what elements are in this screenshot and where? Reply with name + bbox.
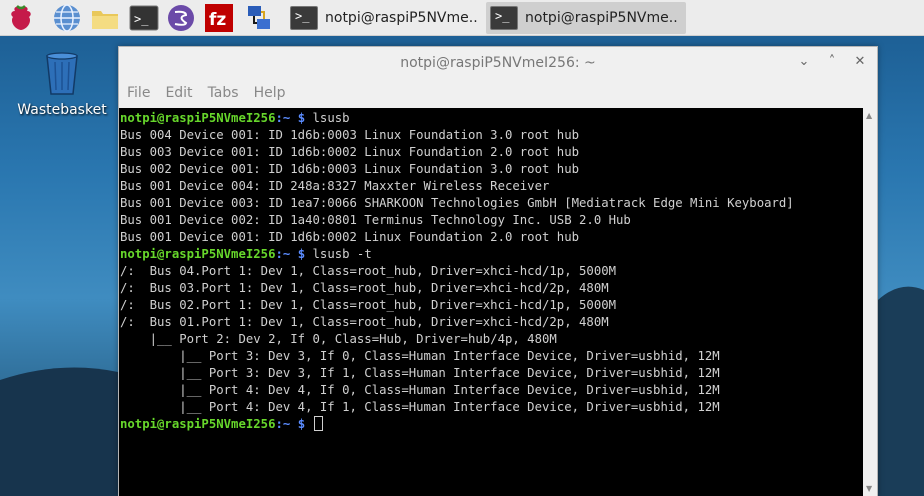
terminal-cursor [313,416,323,431]
emacs-icon[interactable] [166,3,196,33]
minimize-icon[interactable]: ⌄ [797,54,811,70]
terminal-output-line: Bus 002 Device 001: ID 1d6b:0003 Linux F… [120,162,580,176]
menubar: File Edit Tabs Help [119,79,877,107]
taskbar: >_ fz notpi@raspiP5NVme.. notpi@raspiP5N… [0,0,924,36]
menu-tabs[interactable]: Tabs [208,85,239,101]
prompt-path: :~ $ [275,111,306,125]
prompt-command: lsusb -t [305,247,372,261]
network-connection-icon[interactable] [244,3,274,33]
window-controls: ⌄ ˄ ✕ [797,54,867,70]
window-titlebar[interactable]: notpi@raspiP5NVmeI256: ~ ⌄ ˄ ✕ [119,47,877,79]
prompt-command: lsusb [305,111,350,125]
terminal-output-line: /: Bus 02.Port 1: Dev 1, Class=root_hub,… [120,298,617,312]
terminal-output-line: Bus 001 Device 003: ID 1ea7:0066 SHARKOO… [120,196,794,210]
svg-text:fz: fz [209,10,226,30]
web-browser-icon[interactable] [52,3,82,33]
window-title: notpi@raspiP5NVmeI256: ~ [400,55,596,71]
prompt-path: :~ $ [275,417,306,431]
prompt-command [305,417,312,431]
desktop-icon-label: Wastebasket [17,102,107,118]
terminal-output-line: Bus 001 Device 001: ID 1d6b:0002 Linux F… [120,230,580,244]
prompt-user: notpi@raspiP5NVmeI256 [120,417,276,431]
terminal-output-line: |__ Port 4: Dev 4, If 0, Class=Human Int… [120,383,720,397]
task-label: notpi@raspiP5NVme.. [325,10,478,26]
terminal-output-line: Bus 001 Device 002: ID 1a40:0801 Terminu… [120,213,631,227]
file-manager-icon[interactable] [90,3,120,33]
prompt-user: notpi@raspiP5NVmeI256 [120,247,276,261]
menu-edit[interactable]: Edit [165,85,192,101]
terminal-output-line: Bus 003 Device 001: ID 1d6b:0002 Linux F… [120,145,580,159]
maximize-icon[interactable]: ˄ [825,54,839,70]
terminal-icon [490,6,518,30]
terminal-output[interactable]: notpi@raspiP5NVmeI256:~ $ lsusb Bus 004 D… [119,108,864,496]
menu-help[interactable]: Help [254,85,286,101]
raspberry-menu-icon[interactable] [6,3,36,33]
prompt-path: :~ $ [275,247,306,261]
filezilla-icon[interactable]: fz [204,3,234,33]
scroll-down-icon[interactable]: ▼ [866,484,872,493]
close-icon[interactable]: ✕ [853,54,867,70]
terminal-prompt-line: notpi@raspiP5NVmeI256:~ $ [120,416,864,433]
svg-text:>_: >_ [134,12,149,26]
terminal-window: notpi@raspiP5NVmeI256: ~ ⌄ ˄ ✕ File Edit… [118,46,878,496]
terminal-output-line: |__ Port 3: Dev 3, If 0, Class=Human Int… [120,349,720,363]
terminal-output-line: |__ Port 2: Dev 2, If 0, Class=Hub, Driv… [120,332,557,346]
terminal-icon [290,6,318,30]
desktop-icon-wastebasket[interactable]: Wastebasket [10,50,114,118]
terminal-scrollbar[interactable]: ▲ ▼ [863,108,877,496]
taskbar-task-terminal-1[interactable]: notpi@raspiP5NVme.. [286,2,486,34]
prompt-user: notpi@raspiP5NVmeI256 [120,111,276,125]
terminal-prompt-line: notpi@raspiP5NVmeI256:~ $ lsusb -t [120,246,864,263]
terminal-output-line: |__ Port 3: Dev 3, If 1, Class=Human Int… [120,366,720,380]
taskbar-task-terminal-2[interactable]: notpi@raspiP5NVme.. [486,2,686,34]
terminal-launcher-icon[interactable]: >_ [129,3,159,33]
terminal-output-line: /: Bus 04.Port 1: Dev 1, Class=root_hub,… [120,264,617,278]
terminal-output-line: |__ Port 4: Dev 4, If 1, Class=Human Int… [120,400,720,414]
terminal-output-line: /: Bus 03.Port 1: Dev 1, Class=root_hub,… [120,281,609,295]
wastebasket-icon [46,52,78,95]
task-label: notpi@raspiP5NVme.. [525,10,678,26]
terminal-output-line: Bus 004 Device 001: ID 1d6b:0003 Linux F… [120,128,580,142]
scroll-up-icon[interactable]: ▲ [866,111,872,120]
menu-file[interactable]: File [127,85,150,101]
terminal-prompt-line: notpi@raspiP5NVmeI256:~ $ lsusb [120,110,864,127]
terminal-output-line: Bus 001 Device 004: ID 248a:8327 Maxxter… [120,179,550,193]
terminal-output-line: /: Bus 01.Port 1: Dev 1, Class=root_hub,… [120,315,609,329]
